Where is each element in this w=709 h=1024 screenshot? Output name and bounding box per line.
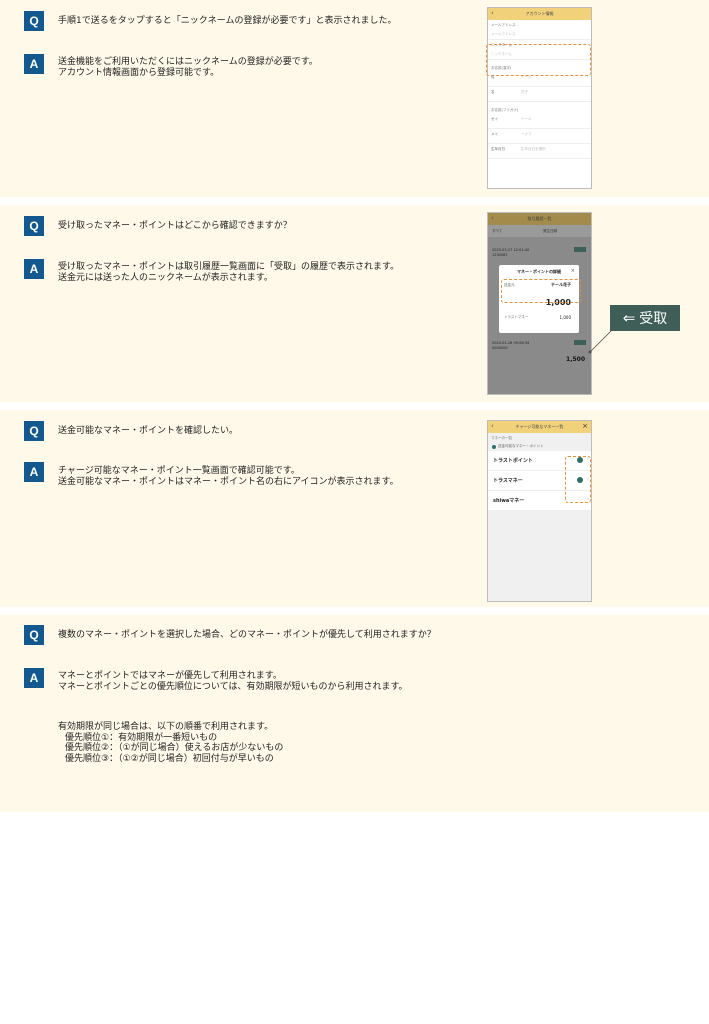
chargeable-money-screenshot: ‹ チャージ可能なマネー一覧 × マネーの一覧 送金可能なマネー・ポイント トラ… bbox=[487, 420, 592, 602]
question-text: 複数のマネー・ポイントを選択した場合、どのマネー・ポイントが優先して利用されます… bbox=[58, 630, 436, 640]
answer-text: 受け取ったマネー・ポイントは取引履歴一覧画面に「受取」の履歴で表示されます。 送… bbox=[58, 262, 400, 283]
faq-section-3 bbox=[0, 410, 709, 607]
receive-tag bbox=[574, 340, 586, 345]
question-badge: Q bbox=[24, 216, 44, 236]
close-icon: × bbox=[582, 422, 588, 430]
transaction-history-screenshot: ‹ 取引履歴一覧 すべて 発生日順 2023-03-27 12:01:40 12… bbox=[487, 212, 592, 395]
faq-section-4 bbox=[0, 615, 709, 812]
answer-badge: A bbox=[24, 54, 44, 74]
nickname-highlight bbox=[486, 44, 591, 76]
question-badge: Q bbox=[24, 11, 44, 31]
phone-title-bar: ‹ アカウント情報 bbox=[488, 8, 591, 20]
receive-icon: ⇐ bbox=[622, 308, 636, 327]
question-text: 送金可能なマネー・ポイントを確認したい。 bbox=[58, 426, 239, 436]
question-text: 受け取ったマネー・ポイントはどこから確認できますか？ bbox=[58, 221, 292, 231]
answer-badge: A bbox=[24, 668, 44, 688]
back-icon: ‹ bbox=[491, 214, 494, 222]
phone-title-bar: ‹ チャージ可能なマネー一覧 × bbox=[488, 421, 591, 433]
answer-badge: A bbox=[24, 259, 44, 279]
close-icon: × bbox=[570, 268, 575, 274]
faq-section-1 bbox=[0, 0, 709, 197]
answer-badge: A bbox=[24, 462, 44, 482]
back-icon: ‹ bbox=[491, 9, 494, 17]
transfer-icon bbox=[492, 444, 496, 449]
question-text: 手順1で送るをタップすると「ニックネームの登録が必要です」と表示されました。 bbox=[58, 16, 397, 26]
question-badge: Q bbox=[24, 421, 44, 441]
phone-title-bar: ‹ 取引履歴一覧 bbox=[488, 213, 591, 225]
transfer-icon-highlight bbox=[565, 456, 591, 503]
priority-rules: 有効期限が同じ場合は、以下の順番で利用されます。 優先順位①：有効期限が一番短い… bbox=[58, 722, 284, 764]
account-info-screenshot: ‹ アカウント情報 メールアドレス メールアドレス ニックネーム ニックネーム … bbox=[487, 7, 592, 189]
question-badge: Q bbox=[24, 625, 44, 645]
sender-highlight bbox=[501, 279, 581, 303]
back-icon: ‹ bbox=[491, 422, 494, 430]
answer-text: 送金機能をご利用いただくにはニックネームの登録が必要です。 アカウント情報画面か… bbox=[58, 57, 318, 78]
answer-text: チャージ可能なマネー・ポイント一覧画面で確認可能です。 送金可能なマネー・ポイン… bbox=[58, 466, 399, 487]
receive-tag bbox=[574, 247, 586, 252]
answer-text: マネーとポイントではマネーが優先して利用されます。 マネーとポイントごとの優先順… bbox=[58, 671, 408, 692]
receive-callout-badge: ⇐ 受取 bbox=[610, 305, 680, 331]
faq-section-2 bbox=[0, 205, 709, 402]
